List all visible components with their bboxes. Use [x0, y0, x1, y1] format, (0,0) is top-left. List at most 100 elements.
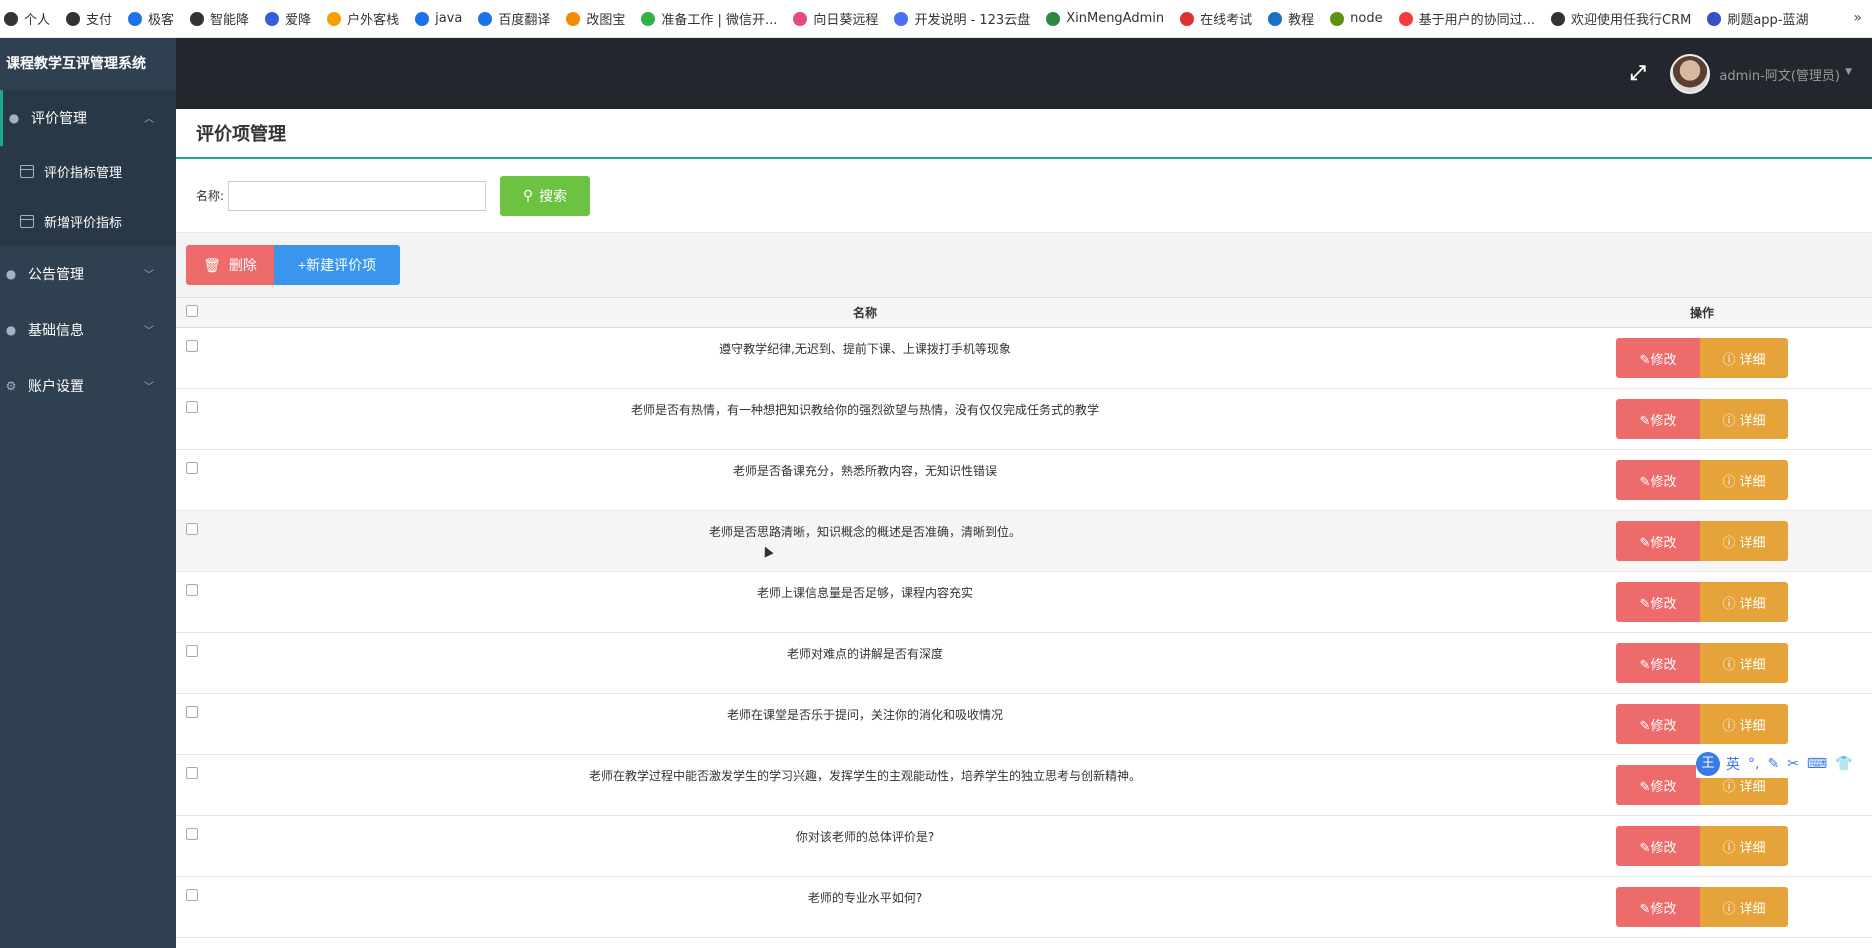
bookmark-item[interactable]: 支付	[66, 9, 112, 28]
bookmark-item[interactable]: node	[1330, 11, 1383, 26]
bookmark-item[interactable]: 准备工作 | 微信开...	[641, 9, 777, 28]
edit-button[interactable]: ✎修改	[1616, 765, 1700, 805]
app-brand: 课程教学互评管理系统	[6, 56, 146, 72]
row-actions: ✎修改 ⓘ 详细	[1532, 511, 1872, 572]
bookmark-item[interactable]: 在线考试	[1180, 9, 1252, 28]
bookmark-label: 户外客栈	[347, 13, 400, 28]
edit-button-label: 修改	[1650, 717, 1677, 733]
bookmark-item[interactable]: 开发说明 - 123云盘	[894, 9, 1030, 28]
add-item-button[interactable]: +新建评价项	[274, 245, 400, 285]
sidebar-group-announcement[interactable]: ● 公告管理 ﹀	[0, 246, 176, 302]
scissors-icon[interactable]: ✂	[1787, 756, 1799, 772]
bookmark-icon	[1268, 11, 1283, 26]
bookmarks-more-icon[interactable]: »	[1853, 10, 1862, 26]
search-input[interactable]	[228, 180, 487, 211]
search-button[interactable]: ⚲ 搜索	[500, 175, 591, 216]
bookmark-item[interactable]: 户外客栈	[327, 9, 399, 28]
search-bar: 名称: ⚲ 搜索	[176, 159, 1872, 232]
ime-logo[interactable]: 王	[1696, 752, 1720, 776]
delete-button[interactable]: 🗑 删除	[186, 245, 274, 285]
table-row: 老师的专业水平如何? ✎修改 ⓘ 详细	[176, 877, 1872, 938]
bookmark-item[interactable]: 刷题app-蓝湖	[1707, 9, 1809, 28]
sidebar-group-basic-info[interactable]: ● 基础信息 ﹀	[0, 302, 176, 358]
fullscreen-icon[interactable]: ⤢	[1630, 60, 1646, 84]
row-checkbox[interactable]	[186, 462, 198, 474]
detail-button[interactable]: ⓘ 详细	[1700, 826, 1788, 866]
bookmark-item[interactable]: 个人	[4, 9, 50, 28]
keyboard-icon[interactable]: ⌨	[1807, 756, 1827, 772]
bookmark-item[interactable]: 智能降	[190, 9, 249, 28]
bookmark-item[interactable]: 百度翻译	[478, 9, 550, 28]
detail-button[interactable]: ⓘ 详细	[1700, 399, 1788, 439]
row-checkbox[interactable]	[186, 340, 198, 352]
row-checkbox[interactable]	[186, 889, 198, 901]
avatar[interactable]	[1670, 54, 1710, 94]
sidebar-group-account[interactable]: ⚙ 账户设置 ﹀	[0, 358, 176, 414]
bookmark-item[interactable]: java	[415, 11, 462, 26]
bookmark-item[interactable]: 教程	[1268, 9, 1314, 28]
bookmark-item[interactable]: XinMengAdmin	[1046, 11, 1164, 26]
edit-button[interactable]: ✎修改	[1616, 399, 1700, 439]
row-name: 老师在课堂是否乐于提问，关注你的消化和吸收情况	[726, 708, 1003, 722]
bookmarks-bar: 个人 支付 极客 智能降 爱降 户外客栈 java 百度翻译 改图宝 准备工作 | 微信开... 向…	[0, 0, 1872, 38]
bookmark-icon	[4, 11, 18, 26]
detail-button-label: 详细	[1739, 351, 1766, 367]
punctuation-icon[interactable]: °,	[1748, 756, 1759, 772]
bookmark-icon	[327, 11, 342, 26]
edit-button[interactable]: ✎修改	[1616, 887, 1700, 927]
sidebar-item-indicator-management[interactable]: 评价指标管理	[0, 146, 176, 196]
edit-button[interactable]: ✎修改	[1616, 338, 1700, 378]
bookmark-label: 欢迎使用任我行CRM	[1571, 13, 1692, 28]
detail-button[interactable]: ⓘ 详细	[1700, 460, 1788, 500]
edit-button[interactable]: ✎修改	[1616, 582, 1700, 622]
bookmark-label: 百度翻译	[498, 13, 551, 28]
row-checkbox[interactable]	[186, 645, 198, 657]
select-all-checkbox[interactable]	[186, 305, 198, 317]
table-row: 老师在教学过程中能否激发学生的学习兴趣，发挥学生的主观能动性，培养学生的独立思考…	[176, 755, 1872, 816]
bookmark-item[interactable]: 基于用户的协同过...	[1398, 9, 1536, 28]
edit-button[interactable]: ✎修改	[1616, 826, 1700, 866]
bookmark-label: 开发说明 - 123云盘	[914, 13, 1031, 28]
bookmark-label: 刷题app-蓝湖	[1727, 13, 1809, 28]
bookmark-item[interactable]: 极客	[128, 9, 174, 28]
detail-button-label: 详细	[1739, 900, 1766, 916]
ime-mode-label[interactable]: 英	[1726, 754, 1740, 774]
row-checkbox[interactable]	[186, 706, 198, 718]
sidebar-group-label: 基础信息	[28, 323, 84, 339]
row-checkbox-cell	[176, 755, 198, 816]
caret-down-icon[interactable]: ▼	[1845, 67, 1852, 77]
bookmark-label: 基于用户的协同过...	[1418, 13, 1536, 28]
detail-button[interactable]: ⓘ 详细	[1700, 521, 1788, 561]
sidebar-group-evaluation[interactable]: ● 评价管理 ︿	[0, 90, 176, 146]
bookmark-item[interactable]: 爱降	[265, 9, 311, 28]
shirt-icon[interactable]: 👕	[1835, 756, 1852, 772]
bookmark-item[interactable]: 改图宝	[566, 9, 625, 28]
edit-button[interactable]: ✎修改	[1616, 643, 1700, 683]
user-name[interactable]: admin-阿文(管理员)	[1719, 65, 1840, 84]
row-checkbox[interactable]	[186, 401, 198, 413]
row-checkbox[interactable]	[186, 584, 198, 596]
bookmark-item[interactable]: 欢迎使用任我行CRM	[1551, 9, 1691, 28]
sidebar-item-add-indicator[interactable]: 新增评价指标	[0, 196, 176, 246]
row-checkbox[interactable]	[186, 767, 198, 779]
bookmark-icon	[190, 11, 205, 26]
detail-button[interactable]: ⓘ 详细	[1700, 338, 1788, 378]
bookmark-icon	[478, 11, 493, 26]
detail-button[interactable]: ⓘ 详细	[1700, 704, 1788, 744]
edit-button-label: 修改	[1650, 412, 1677, 428]
row-checkbox[interactable]	[186, 828, 198, 840]
edit-button-label: 修改	[1650, 595, 1677, 611]
row-checkbox[interactable]	[186, 523, 198, 535]
edit-button[interactable]: ✎修改	[1616, 460, 1700, 500]
pen-icon[interactable]: ✎	[1767, 756, 1779, 772]
bookmark-item[interactable]: 向日葵远程	[793, 9, 878, 28]
detail-button[interactable]: ⓘ 详细	[1700, 582, 1788, 622]
detail-button-label: 详细	[1739, 473, 1766, 489]
edit-button[interactable]: ✎修改	[1616, 521, 1700, 561]
row-checkbox-cell	[176, 511, 198, 572]
detail-button[interactable]: ⓘ 详细	[1700, 887, 1788, 927]
bookmark-label: 改图宝	[586, 13, 626, 28]
detail-button[interactable]: ⓘ 详细	[1700, 643, 1788, 683]
row-name: 老师在教学过程中能否激发学生的学习兴趣，发挥学生的主观能动性，培养学生的独立思考…	[588, 769, 1141, 783]
edit-button[interactable]: ✎修改	[1616, 704, 1700, 744]
